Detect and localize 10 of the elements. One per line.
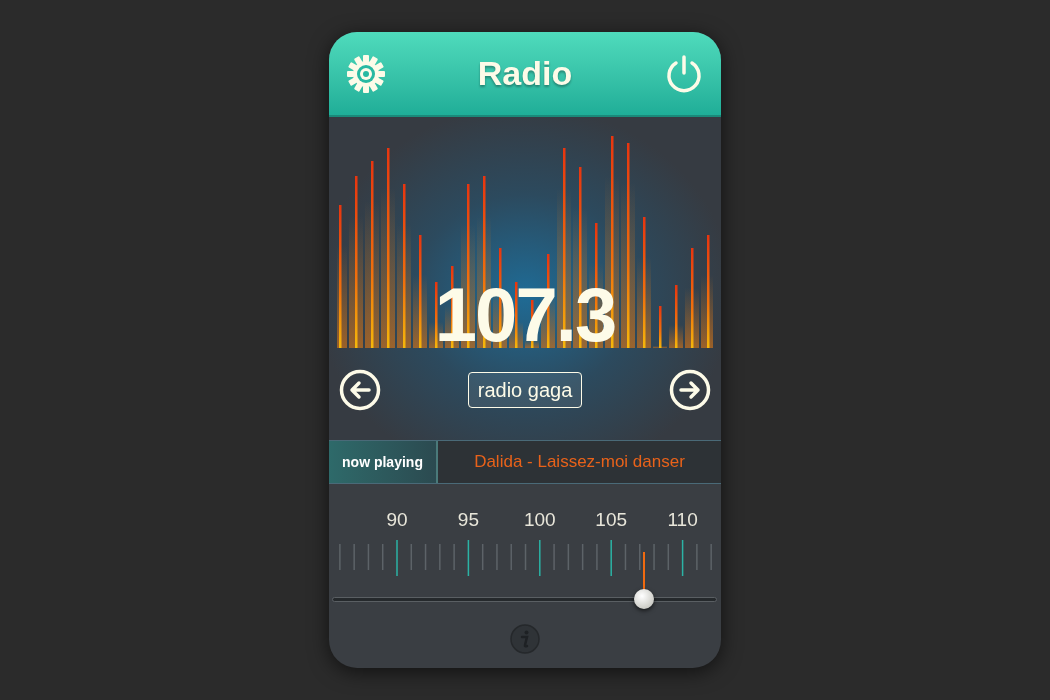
app-title: Radio: [477, 53, 573, 94]
track-title: Dalida - Laissez-moi danser: [473, 451, 686, 474]
now-playing-label: now playing: [329, 441, 438, 483]
scale-label: 90: [386, 508, 408, 532]
tuner-thumb[interactable]: [633, 589, 654, 609]
scale-label: 105: [595, 508, 628, 532]
scale-label: 95: [457, 508, 479, 532]
scale-label: 110: [667, 508, 698, 532]
station-name: radio gaga: [467, 372, 583, 408]
scale-label: 100: [523, 508, 556, 532]
